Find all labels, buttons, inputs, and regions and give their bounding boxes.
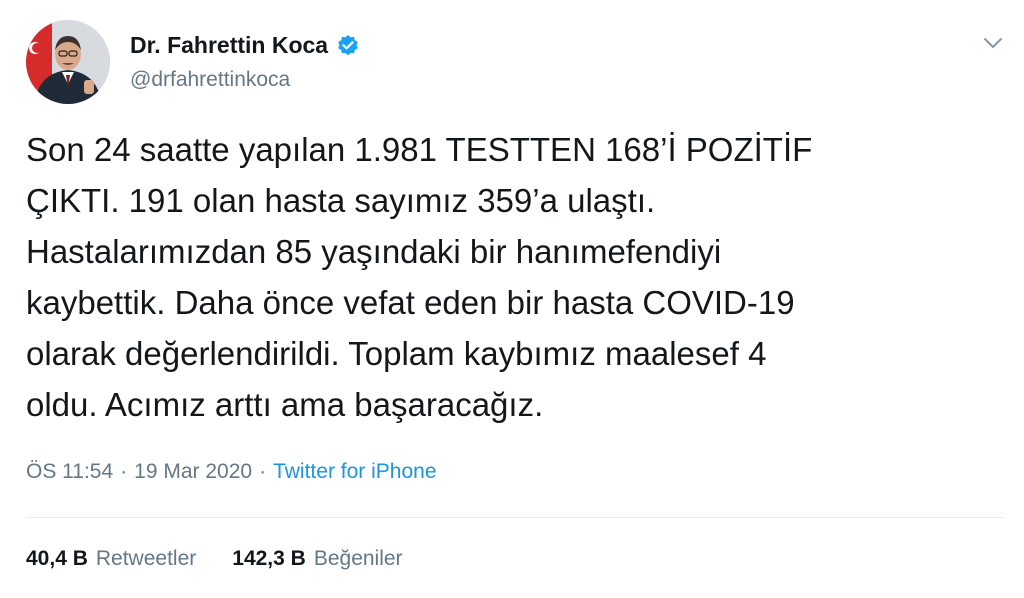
divider: [26, 517, 1004, 518]
avatar[interactable]: [26, 20, 110, 104]
meta-separator: ·: [259, 460, 267, 483]
likes-label: Beğeniler: [313, 547, 403, 570]
retweets-label: Retweetler: [95, 547, 197, 570]
tweet-text: Son 24 saatte yapılan 1.981 TESTTEN 168’…: [26, 131, 813, 423]
engagement-stats: 40,4 B Retweetler 142,3 B Beğeniler: [26, 547, 439, 571]
meta-separator: ·: [120, 460, 128, 483]
profile-photo: [26, 20, 110, 104]
retweets-count: 40,4 B: [26, 547, 88, 570]
likes-count: 142,3 B: [232, 547, 306, 570]
author-row: Dr. Fahrettin Koca: [130, 32, 360, 59]
author-handle[interactable]: @drfahrettinkoca: [130, 68, 290, 92]
author-name[interactable]: Dr. Fahrettin Koca: [130, 32, 328, 59]
chevron-down-icon[interactable]: [982, 34, 1004, 52]
tweet-source-link[interactable]: Twitter for iPhone: [273, 460, 436, 484]
retweets-stat[interactable]: 40,4 B Retweetler: [26, 547, 196, 571]
likes-stat[interactable]: 142,3 B Beğeniler: [232, 547, 402, 571]
tweet-date[interactable]: 19 Mar 2020: [134, 460, 252, 484]
verified-badge-icon: [338, 34, 358, 55]
tweet-meta: ÖS 11:54 · 19 Mar 2020 · Twitter for iPh…: [26, 460, 437, 484]
tweet-time[interactable]: ÖS 11:54: [26, 460, 113, 484]
